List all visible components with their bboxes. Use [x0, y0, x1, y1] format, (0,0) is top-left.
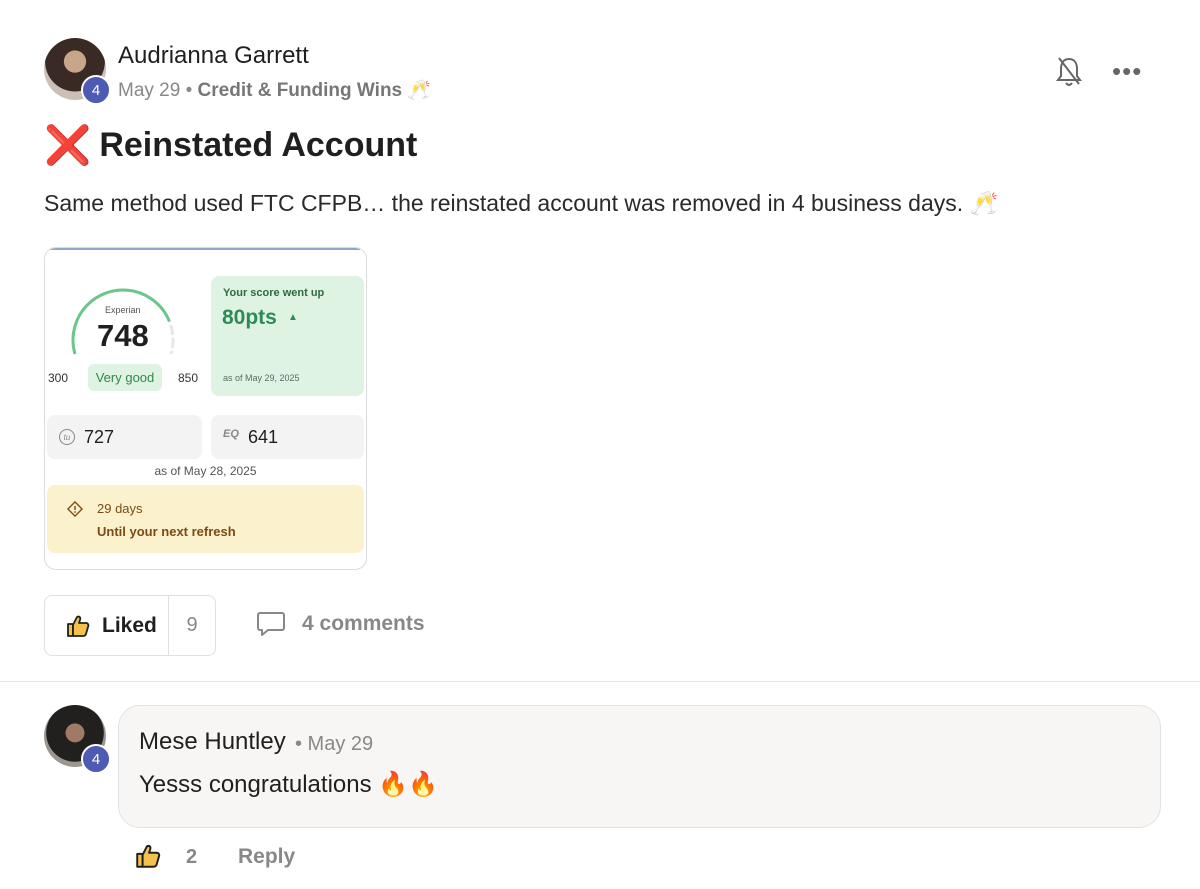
comment-author-name[interactable]: Mese Huntley: [139, 728, 286, 756]
refresh-days: 29 days: [97, 501, 143, 516]
score-change-panel: Your score went up 80pts ▲ as of May 29,…: [211, 276, 364, 396]
like-label: Liked: [102, 613, 157, 637]
post-author-level-badge: 4: [81, 75, 111, 105]
post-title-text: Reinstated Account: [99, 126, 418, 164]
other-scores-date: as of May 28, 2025: [154, 464, 257, 478]
image-top-border: [47, 248, 360, 250]
comment-bubble: Mese Huntley • May 29 Yesss congratulati…: [118, 705, 1161, 828]
reply-button[interactable]: Reply: [238, 845, 295, 869]
score-change-date: as of May 29, 2025: [223, 373, 300, 383]
post-body: Same method used FTC CFPB… the reinstate…: [44, 190, 999, 216]
comment-author-level-badge: 4: [81, 744, 111, 774]
comments-link[interactable]: 4 comments: [256, 610, 425, 638]
score-change-value: 80pts: [222, 306, 277, 329]
cross-mark-icon: ❌: [44, 124, 92, 167]
range-max: 850: [178, 371, 199, 385]
like-toggle[interactable]: Liked: [45, 596, 169, 655]
divider: [0, 681, 1200, 682]
score-change-title: Your score went up: [223, 287, 325, 299]
main-score: 748: [97, 318, 149, 353]
range-min: 300: [48, 371, 69, 385]
comments-label: 4 comments: [302, 612, 425, 635]
transunion-score-tile: tu 727: [47, 415, 202, 459]
equifax-score-tile: EQ 641: [211, 415, 364, 459]
transunion-score: 727: [84, 427, 115, 447]
post-category[interactable]: Credit & Funding Wins 🥂: [198, 80, 432, 101]
post-date[interactable]: May 29: [118, 80, 180, 101]
equifax-score: 641: [248, 427, 279, 447]
more-icon[interactable]: •••: [1112, 56, 1142, 87]
transunion-icon: tu: [59, 429, 75, 445]
comment-icon: [257, 612, 285, 636]
refresh-notice: 29 days Until your next refresh: [47, 485, 364, 553]
warning-icon: [67, 501, 83, 517]
thumbs-up-icon: [67, 615, 90, 637]
comment-date[interactable]: • May 29: [295, 733, 373, 756]
refresh-text: Until your next refresh: [97, 524, 236, 539]
post-title: ❌ Reinstated Account: [44, 126, 417, 165]
rating-badge: Very good: [88, 364, 162, 391]
comment-like-count[interactable]: 2: [186, 846, 197, 869]
post-meta: May 29 • Credit & Funding Wins 🥂: [118, 78, 431, 102]
bureau-label: Experian: [105, 305, 141, 315]
bell-off-icon[interactable]: [1055, 56, 1083, 88]
like-count[interactable]: 9: [169, 596, 215, 655]
equifax-icon: EQ: [223, 428, 239, 440]
post-author-name[interactable]: Audrianna Garrett: [118, 42, 309, 70]
comment-like-button[interactable]: [134, 842, 162, 870]
post-image-attachment[interactable]: Experian 748 300 Very good 850 Your scor…: [44, 247, 367, 570]
like-button[interactable]: Liked 9: [44, 595, 216, 656]
meta-separator: •: [185, 80, 193, 101]
up-arrow-icon: ▲: [288, 312, 298, 323]
comment-text: Yesss congratulations 🔥🔥: [139, 771, 439, 798]
